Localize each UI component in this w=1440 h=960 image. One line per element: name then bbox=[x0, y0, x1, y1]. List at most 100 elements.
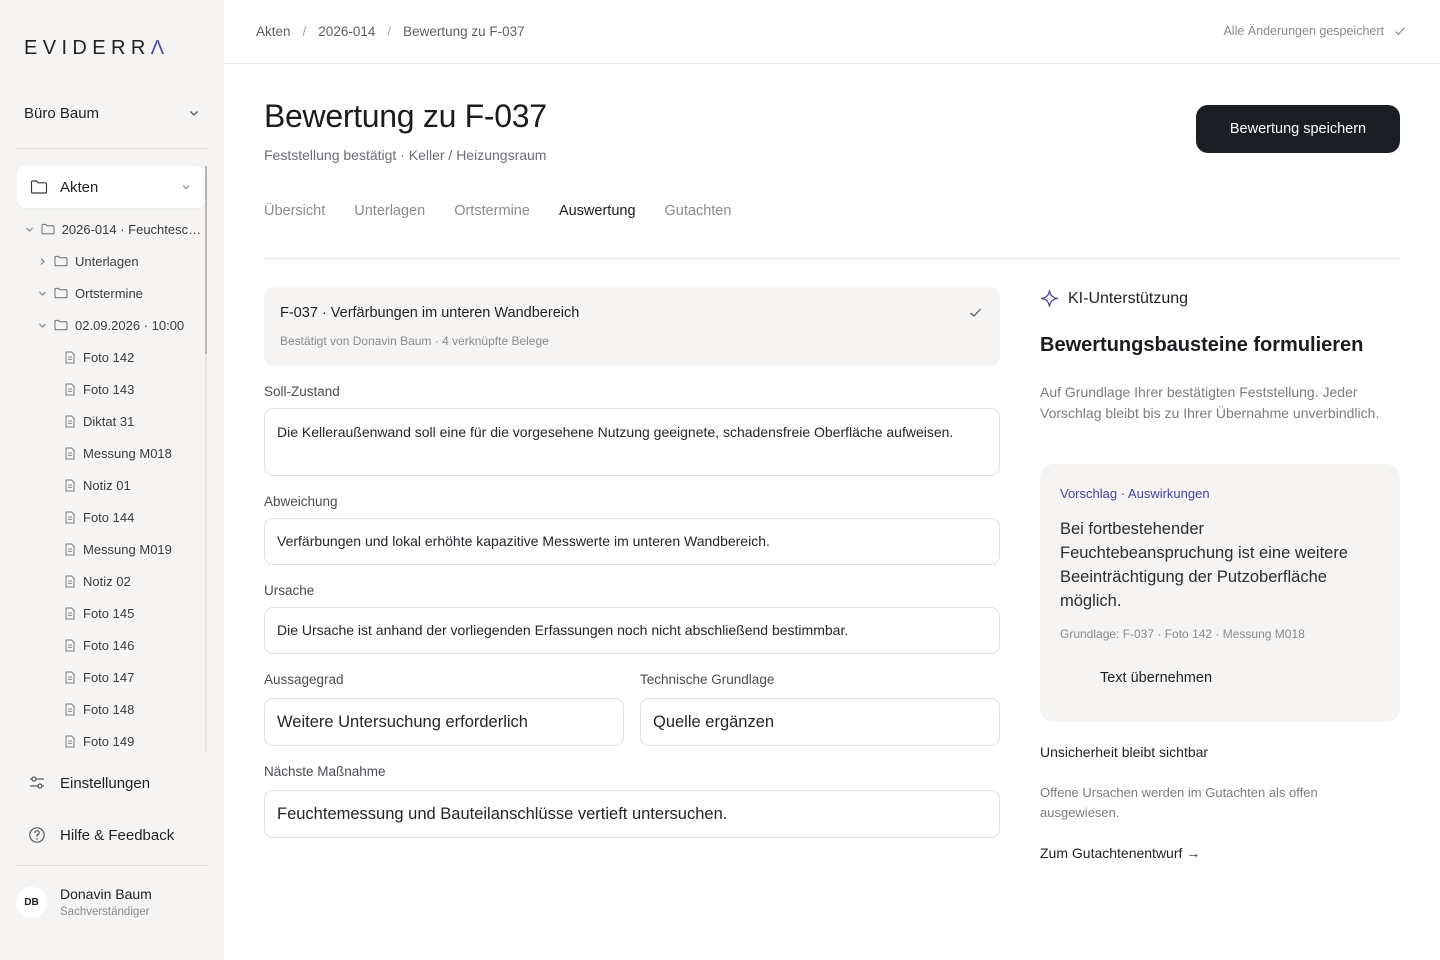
chevron-down-icon[interactable] bbox=[36, 321, 48, 330]
tree-file[interactable]: Foto 142 bbox=[64, 341, 206, 373]
finding-card[interactable]: F-037 · Verfärbungen im unteren Wandbere… bbox=[264, 287, 1000, 366]
aussagegrad-field[interactable]: Weitere Untersuchung erforderlich bbox=[264, 698, 624, 746]
settings-label: Einstellungen bbox=[60, 774, 151, 792]
chevron-down-icon[interactable] bbox=[36, 289, 48, 298]
user-profile[interactable]: DB Donavin Baum Sachverständiger bbox=[16, 886, 152, 918]
workspace-switcher[interactable]: Büro Baum bbox=[24, 102, 200, 124]
take-text-button[interactable]: Text übernehmen bbox=[1060, 658, 1252, 698]
save-status: Alle Änderungen gespeichert bbox=[1223, 24, 1406, 38]
tree-folder[interactable]: Unterlagen bbox=[36, 245, 206, 277]
folder-icon bbox=[54, 287, 68, 299]
tab-bar: Übersicht Unterlagen Ortstermine Auswert… bbox=[264, 203, 760, 219]
tab-ortstermine[interactable]: Ortstermine bbox=[454, 203, 530, 219]
workspace-name: Büro Baum bbox=[24, 104, 100, 122]
sidebar-item-akten[interactable]: Akten bbox=[17, 166, 205, 208]
tab-gutachten[interactable]: Gutachten bbox=[665, 203, 732, 219]
tree-item-label: Messung M018 bbox=[83, 445, 172, 461]
report-draft-link[interactable]: Zum Gutachtenentwurf → bbox=[1040, 845, 1200, 861]
tree-item-label: Unterlagen bbox=[75, 253, 139, 269]
tabs-divider bbox=[264, 258, 1400, 259]
aussagegrad-label: Aussagegrad bbox=[264, 672, 344, 687]
grundlage-field[interactable]: Quelle ergänzen bbox=[640, 698, 1000, 746]
page-subtitle: Feststellung bestätigt · Keller / Heizun… bbox=[264, 147, 547, 163]
chevron-down-icon bbox=[182, 185, 190, 190]
tree-item-label: 2026-014 · Feuchteschaden bbox=[61, 221, 206, 237]
suggestion-source: Grundlage: F-037 · Foto 142 · Messung M0… bbox=[1060, 627, 1305, 641]
ai-support-label: KI-Unterstützung bbox=[1068, 289, 1189, 307]
file-icon bbox=[64, 671, 76, 684]
soll-zustand-field[interactable]: Die Kelleraußenwand soll eine für die vo… bbox=[264, 408, 1000, 476]
tree-item-label: Ortstermine bbox=[75, 285, 143, 301]
chevron-right-icon[interactable] bbox=[36, 257, 48, 266]
tree-file[interactable]: Foto 149 bbox=[64, 725, 206, 753]
sidebar-item-help[interactable]: Hilfe & Feedback bbox=[28, 823, 174, 847]
tree-item-label: Foto 144 bbox=[83, 509, 135, 525]
sidebar-divider bbox=[16, 148, 208, 149]
app-logo[interactable]: EVIDERRΛ bbox=[24, 37, 169, 60]
tree-file[interactable]: Notiz 01 bbox=[64, 469, 206, 501]
help-circle-icon bbox=[29, 827, 45, 843]
tree-item-label: Notiz 02 bbox=[83, 573, 131, 589]
sliders-icon bbox=[30, 776, 44, 789]
tree-file[interactable]: Notiz 02 bbox=[64, 565, 206, 597]
finding-title: F-037 · Verfärbungen im unteren Wandbere… bbox=[280, 305, 580, 321]
tree-item-label: Foto 142 bbox=[83, 349, 135, 365]
scrollbar-thumb[interactable] bbox=[205, 166, 207, 354]
file-icon bbox=[64, 639, 76, 652]
breadcrumb-item-case[interactable]: 2026-014 bbox=[318, 24, 375, 39]
folder-icon bbox=[54, 255, 68, 267]
folder-icon bbox=[41, 223, 55, 235]
sidebar-item-label: Akten bbox=[60, 178, 99, 196]
tree-folder[interactable]: 2026-014 · Feuchteschaden bbox=[24, 213, 206, 245]
tree-item-label: Foto 149 bbox=[83, 733, 135, 749]
grundlage-label: Technische Grundlage bbox=[640, 672, 775, 687]
tree-item-label: Foto 143 bbox=[83, 381, 135, 397]
file-icon bbox=[64, 479, 76, 492]
tree-file[interactable]: Messung M019 bbox=[64, 533, 206, 565]
tree-file[interactable]: Foto 144 bbox=[64, 501, 206, 533]
ai-panel-title: Bewertungsbausteine formulieren bbox=[1040, 334, 1364, 356]
file-icon bbox=[64, 511, 76, 524]
tree-file[interactable]: Messung M018 bbox=[64, 437, 206, 469]
abweichung-label: Abweichung bbox=[264, 494, 338, 509]
sidebar: EVIDERRΛ Büro Baum Akten 2026-014 · Feuc… bbox=[0, 0, 224, 960]
tree-file[interactable]: Foto 143 bbox=[64, 373, 206, 405]
tree-item-label: Messung M019 bbox=[83, 541, 172, 557]
ai-support-heading: KI-Unterstützung bbox=[1040, 289, 1188, 308]
tree-folder[interactable]: Ortstermine bbox=[36, 277, 206, 309]
tree-file[interactable]: Diktat 31 bbox=[64, 405, 206, 437]
massnahme-label: Nächste Maßnahme bbox=[264, 764, 386, 779]
tree-item-label: Foto 147 bbox=[83, 669, 135, 685]
ursache-label: Ursache bbox=[264, 583, 315, 598]
abweichung-field[interactable]: Verfärbungen und lokal erhöhte kapazitiv… bbox=[264, 518, 1000, 565]
chevron-down-icon bbox=[190, 111, 198, 116]
sidebar-item-settings[interactable]: Einstellungen bbox=[28, 771, 150, 795]
help-label: Hilfe & Feedback bbox=[60, 826, 175, 844]
tab-uebersicht[interactable]: Übersicht bbox=[264, 203, 325, 219]
sparkle-icon bbox=[1040, 289, 1059, 308]
massnahme-field[interactable]: Feuchtemessung und Bauteilanschlüsse ver… bbox=[264, 790, 1000, 838]
uncertainty-title: Unsicherheit bleibt sichtbar bbox=[1040, 744, 1209, 760]
tree-item-label: Foto 148 bbox=[83, 701, 135, 717]
chevron-down-icon[interactable] bbox=[24, 225, 35, 234]
file-icon bbox=[64, 383, 76, 396]
tab-auswertung[interactable]: Auswertung bbox=[559, 203, 636, 219]
file-tree: 2026-014 · Feuchteschaden Unterlagen Ortst… bbox=[16, 213, 206, 753]
file-icon bbox=[64, 735, 76, 748]
tree-file[interactable]: Foto 147 bbox=[64, 661, 206, 693]
file-icon bbox=[64, 575, 76, 588]
tree-file[interactable]: Foto 145 bbox=[64, 597, 206, 629]
tab-unterlagen[interactable]: Unterlagen bbox=[354, 203, 425, 219]
save-assessment-button[interactable]: Bewertung speichern bbox=[1196, 105, 1400, 153]
file-icon bbox=[64, 447, 76, 460]
tree-folder[interactable]: 02.09.2026 · 10:00 bbox=[36, 309, 206, 341]
breadcrumb-separator: / bbox=[387, 24, 392, 39]
user-name: Donavin Baum bbox=[60, 886, 152, 902]
tree-file[interactable]: Foto 146 bbox=[64, 629, 206, 661]
folder-icon bbox=[54, 319, 68, 331]
ursache-field[interactable]: Die Ursache ist anhand der vorliegenden … bbox=[264, 607, 1000, 654]
breadcrumb-item-akten[interactable]: Akten bbox=[256, 24, 291, 39]
tree-item-label: Foto 146 bbox=[83, 637, 135, 653]
tree-item-label: Notiz 01 bbox=[83, 477, 131, 493]
tree-file[interactable]: Foto 148 bbox=[64, 693, 206, 725]
